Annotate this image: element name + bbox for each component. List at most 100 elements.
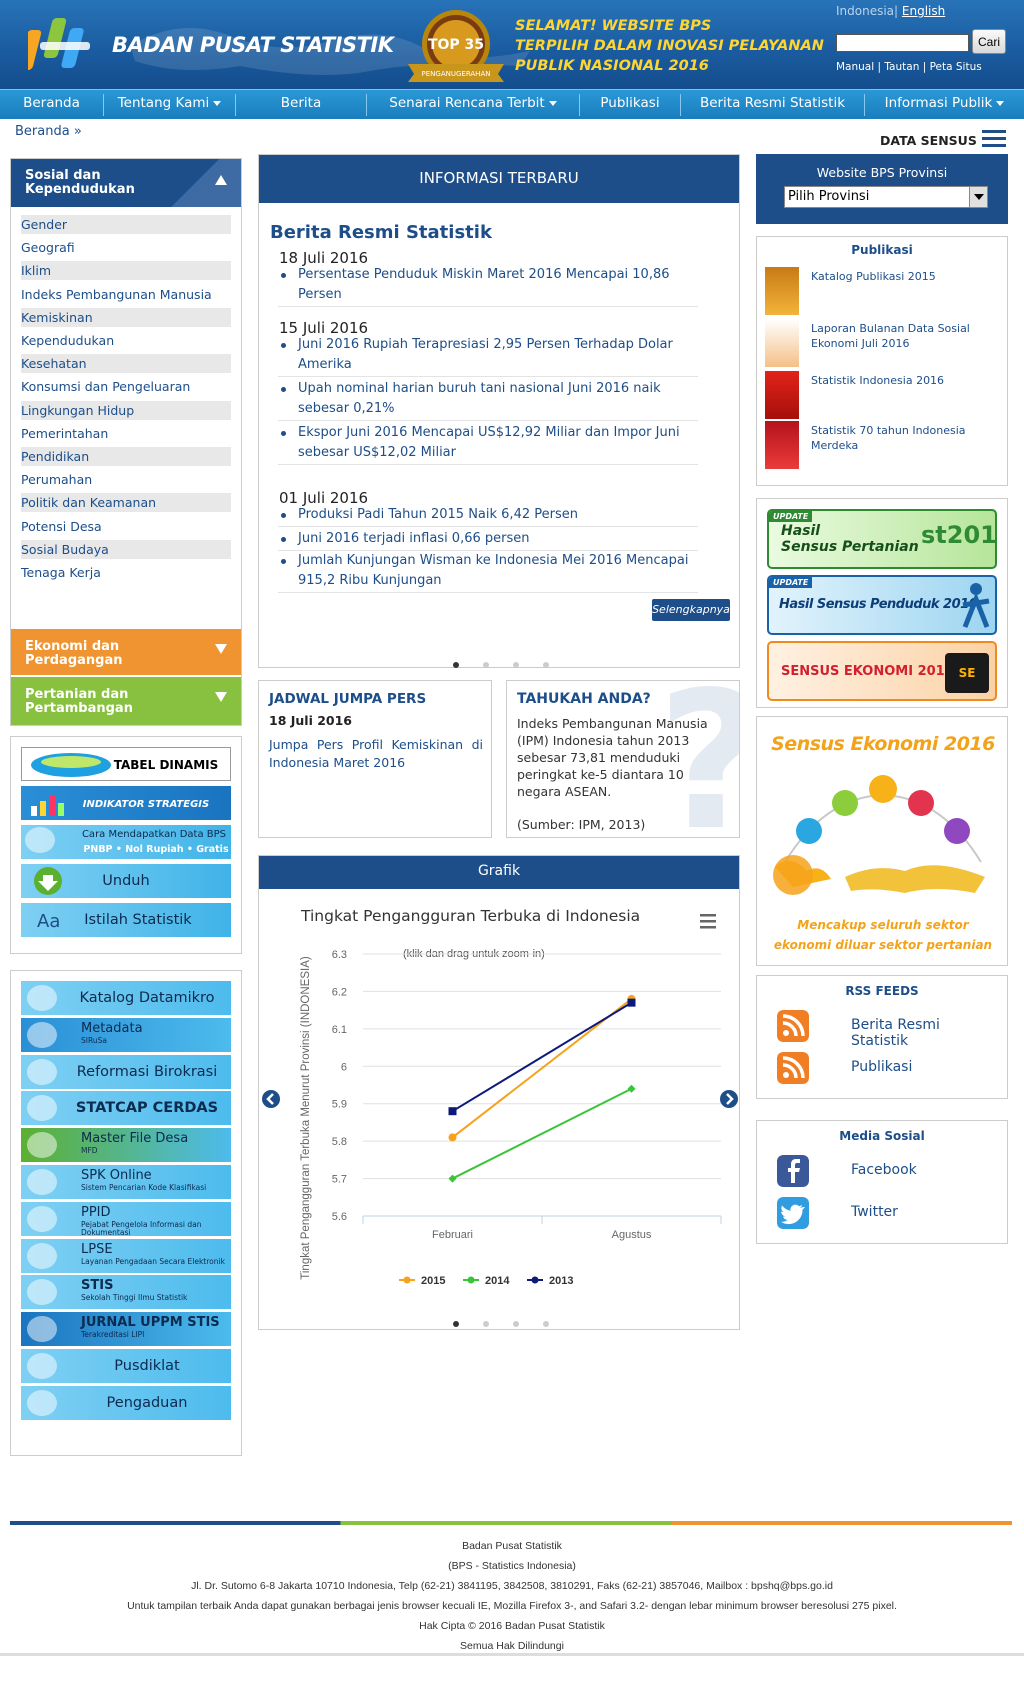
service-banner[interactable]: Pusdiklat bbox=[21, 1349, 231, 1383]
tautan-link[interactable]: Tautan bbox=[884, 61, 919, 73]
tabel-dinamis-banner[interactable]: TABEL DINAMIS bbox=[21, 747, 231, 781]
subject-item[interactable]: Politik dan Keamanan bbox=[21, 493, 231, 513]
brs-section-title[interactable]: Berita Resmi Statistik bbox=[270, 222, 492, 243]
service-banner[interactable]: Pengaduan bbox=[21, 1385, 231, 1420]
data-point[interactable] bbox=[448, 1133, 457, 1142]
service-banner[interactable]: PPID Pejabat Pengelola Informasi dan Doku… bbox=[21, 1201, 231, 1236]
dropdown-caret-icon bbox=[213, 100, 222, 106]
istilah-statistik-banner[interactable]: Aa Istilah Statistik bbox=[21, 903, 231, 937]
subject-item[interactable]: Pendidikan bbox=[21, 447, 231, 466]
peta-situs-link[interactable]: Peta Situs bbox=[930, 61, 982, 73]
service-banner[interactable]: JURNAL UPPM STIS Terakreditasi LIPI bbox=[21, 1312, 231, 1347]
legend-label[interactable]: 2013 bbox=[549, 1275, 573, 1287]
service-banner[interactable]: STATCAP CERDAS bbox=[21, 1091, 231, 1126]
chart-prev-arrow-icon[interactable] bbox=[261, 1089, 281, 1109]
subject-item[interactable]: Kemiskinan bbox=[21, 307, 231, 327]
card-title[interactable]: JADWAL JUMPA PERS bbox=[269, 691, 426, 707]
manual-link[interactable]: Manual bbox=[836, 61, 874, 73]
province-select[interactable]: Pilih Provinsi bbox=[784, 186, 988, 208]
legend-label[interactable]: 2014 bbox=[485, 1275, 510, 1287]
news-item-link[interactable]: Juni 2016 Rupiah Terapresiasi 2,95 Perse… bbox=[278, 335, 698, 377]
press-item-link[interactable]: Jumpa Pers Profil Kemiskinan di Indonesi… bbox=[269, 736, 483, 772]
service-banner[interactable]: Master File Desa MFD bbox=[21, 1128, 231, 1163]
pager-dot[interactable] bbox=[543, 662, 549, 668]
category-ekonomi-perdagangan[interactable]: Ekonomi dan Perdagangan bbox=[11, 629, 241, 675]
news-item-link[interactable]: Produksi Padi Tahun 2015 Naik 6,42 Perse… bbox=[278, 505, 698, 527]
service-banner[interactable]: STIS Sekolah Tinggi Ilmu Statistik bbox=[21, 1275, 231, 1310]
pager-dot[interactable] bbox=[513, 1321, 519, 1327]
service-banner[interactable]: SPK Online Sistem Pencarian Kode Klasifik… bbox=[21, 1165, 231, 1199]
subject-item[interactable]: Geografi bbox=[21, 238, 231, 257]
subject-item[interactable]: Konsumsi dan Pengeluaran bbox=[21, 377, 231, 396]
service-banner[interactable]: LPSE Layanan Pengadaan Secara Elektronik bbox=[21, 1238, 231, 1273]
nav-beranda[interactable]: Beranda bbox=[0, 90, 103, 119]
legend-label[interactable]: 2015 bbox=[421, 1275, 445, 1287]
data-sensus-label[interactable]: DATA SENSUS bbox=[880, 133, 977, 148]
banner-sublabel: Sistem Pencarian Kode Klasifikasi bbox=[81, 1184, 207, 1192]
news-item-link[interactable]: Persentase Penduduk Miskin Maret 2016 Me… bbox=[278, 265, 698, 307]
data-point[interactable] bbox=[627, 998, 636, 1007]
subject-item[interactable]: Perumahan bbox=[21, 470, 231, 489]
service-banner[interactable]: Metadata SIRuSa bbox=[21, 1017, 231, 1052]
sensus-ekonomi-infographic[interactable]: Sensus Ekonomi 2016 Mencakup seluruh sek… bbox=[756, 716, 1008, 966]
category-sosial-kependudukan[interactable]: Sosial dan Kependudukan bbox=[11, 159, 241, 207]
data-point[interactable] bbox=[448, 1174, 457, 1183]
nav-informasi-publik[interactable]: Informasi Publik bbox=[865, 90, 1024, 119]
news-item-link[interactable]: Ekspor Juni 2016 Mencapai US$12,92 Milia… bbox=[278, 423, 698, 465]
sensus-pertanian-banner[interactable]: UPDATE HasilSensus Pertanian st2013 bbox=[767, 509, 997, 569]
pager-dot[interactable] bbox=[513, 662, 519, 668]
pager-dot[interactable] bbox=[483, 1321, 489, 1327]
subject-item[interactable]: Iklim bbox=[21, 261, 231, 281]
series-line-2013[interactable] bbox=[451, 1001, 633, 1113]
pager-dot[interactable] bbox=[543, 1321, 549, 1327]
subject-item[interactable]: Kesehatan bbox=[21, 354, 231, 374]
service-banner[interactable]: Reformasi Birokrasi bbox=[21, 1054, 231, 1089]
breadcrumb[interactable]: Beranda » bbox=[15, 124, 82, 139]
subject-item[interactable]: Tenaga Kerja bbox=[21, 563, 231, 582]
site-name[interactable]: BADAN PUSAT STATISTIK bbox=[112, 33, 394, 57]
lang-indonesia-link[interactable]: Indonesia bbox=[836, 4, 894, 18]
service-banner[interactable]: Katalog Datamikro bbox=[21, 981, 231, 1015]
lang-english-link[interactable]: English bbox=[902, 4, 945, 18]
chart-next-arrow-icon[interactable] bbox=[719, 1089, 739, 1109]
sensus-penduduk-banner[interactable]: UPDATE Hasil Sensus Penduduk 2010 bbox=[767, 575, 997, 635]
nav-berita-resmi-statistik[interactable]: Berita Resmi Statistik bbox=[681, 90, 864, 119]
search-button[interactable]: Cari bbox=[972, 29, 1006, 54]
hamburger-menu-icon[interactable] bbox=[982, 130, 1006, 148]
unduh-banner[interactable]: Unduh bbox=[21, 864, 231, 898]
cara-mendapatkan-data-banner[interactable]: Cara Mendapatkan Data BPS PNBP • Nol Rup… bbox=[21, 825, 231, 859]
sensus-ekonomi-banner[interactable]: SENSUS EKONOMI 2016 SE 2016 bbox=[767, 641, 997, 701]
category-pertanian-pertambangan[interactable]: Pertanian dan Pertambangan bbox=[11, 677, 241, 725]
rss-berita-link[interactable]: Berita Resmi Statistik bbox=[777, 1010, 997, 1049]
bps-logo-icon[interactable] bbox=[28, 14, 98, 78]
unemployment-line-chart[interactable]: Tingkat Pengangguran Terbuka di Indonesi… bbox=[259, 890, 739, 1330]
pager-dot[interactable] bbox=[453, 662, 459, 668]
subject-item[interactable]: Potensi Desa bbox=[21, 517, 231, 536]
subject-item[interactable]: Gender bbox=[21, 215, 231, 234]
subject-item[interactable]: Sosial Budaya bbox=[21, 539, 231, 559]
publication-cover bbox=[765, 371, 799, 419]
indikator-strategis-banner[interactable]: INDIKATOR STRATEGIS bbox=[21, 786, 231, 820]
selengkapnya-button[interactable]: Selengkapnya bbox=[652, 599, 730, 621]
subject-item[interactable]: Pemerintahan bbox=[21, 424, 231, 443]
news-item-link[interactable]: Upah nominal harian buruh tani nasional … bbox=[278, 379, 698, 421]
chart-context-menu-icon[interactable] bbox=[700, 914, 716, 929]
subject-item[interactable]: Lingkungan Hidup bbox=[21, 400, 231, 420]
series-line-2014[interactable] bbox=[452, 1087, 632, 1180]
pager-dot[interactable] bbox=[483, 662, 489, 668]
nav-berita[interactable]: Berita bbox=[236, 90, 366, 119]
search-input[interactable] bbox=[836, 34, 969, 52]
nav-publikasi[interactable]: Publikasi bbox=[580, 90, 680, 119]
news-item-link[interactable]: Juni 2016 terjadi inflasi 0,66 persen bbox=[278, 529, 698, 551]
rss-publikasi-link[interactable]: Publikasi bbox=[777, 1052, 997, 1084]
nav-senarai-rencana-terbit[interactable]: Senarai Rencana Terbit bbox=[367, 90, 579, 119]
data-point[interactable] bbox=[448, 1107, 457, 1116]
subject-item[interactable]: Indeks Pembangunan Manusia bbox=[21, 285, 231, 304]
twitter-link[interactable]: Twitter bbox=[777, 1197, 997, 1229]
subject-item[interactable]: Kependudukan bbox=[21, 331, 231, 350]
news-item-link[interactable]: Jumlah Kunjungan Wisman ke Indonesia Mei… bbox=[278, 551, 698, 593]
data-point[interactable] bbox=[627, 1084, 636, 1093]
facebook-link[interactable]: Facebook bbox=[777, 1155, 997, 1187]
nav-tentang-kami[interactable]: Tentang Kami bbox=[104, 90, 235, 119]
pager-dot[interactable] bbox=[453, 1321, 459, 1327]
